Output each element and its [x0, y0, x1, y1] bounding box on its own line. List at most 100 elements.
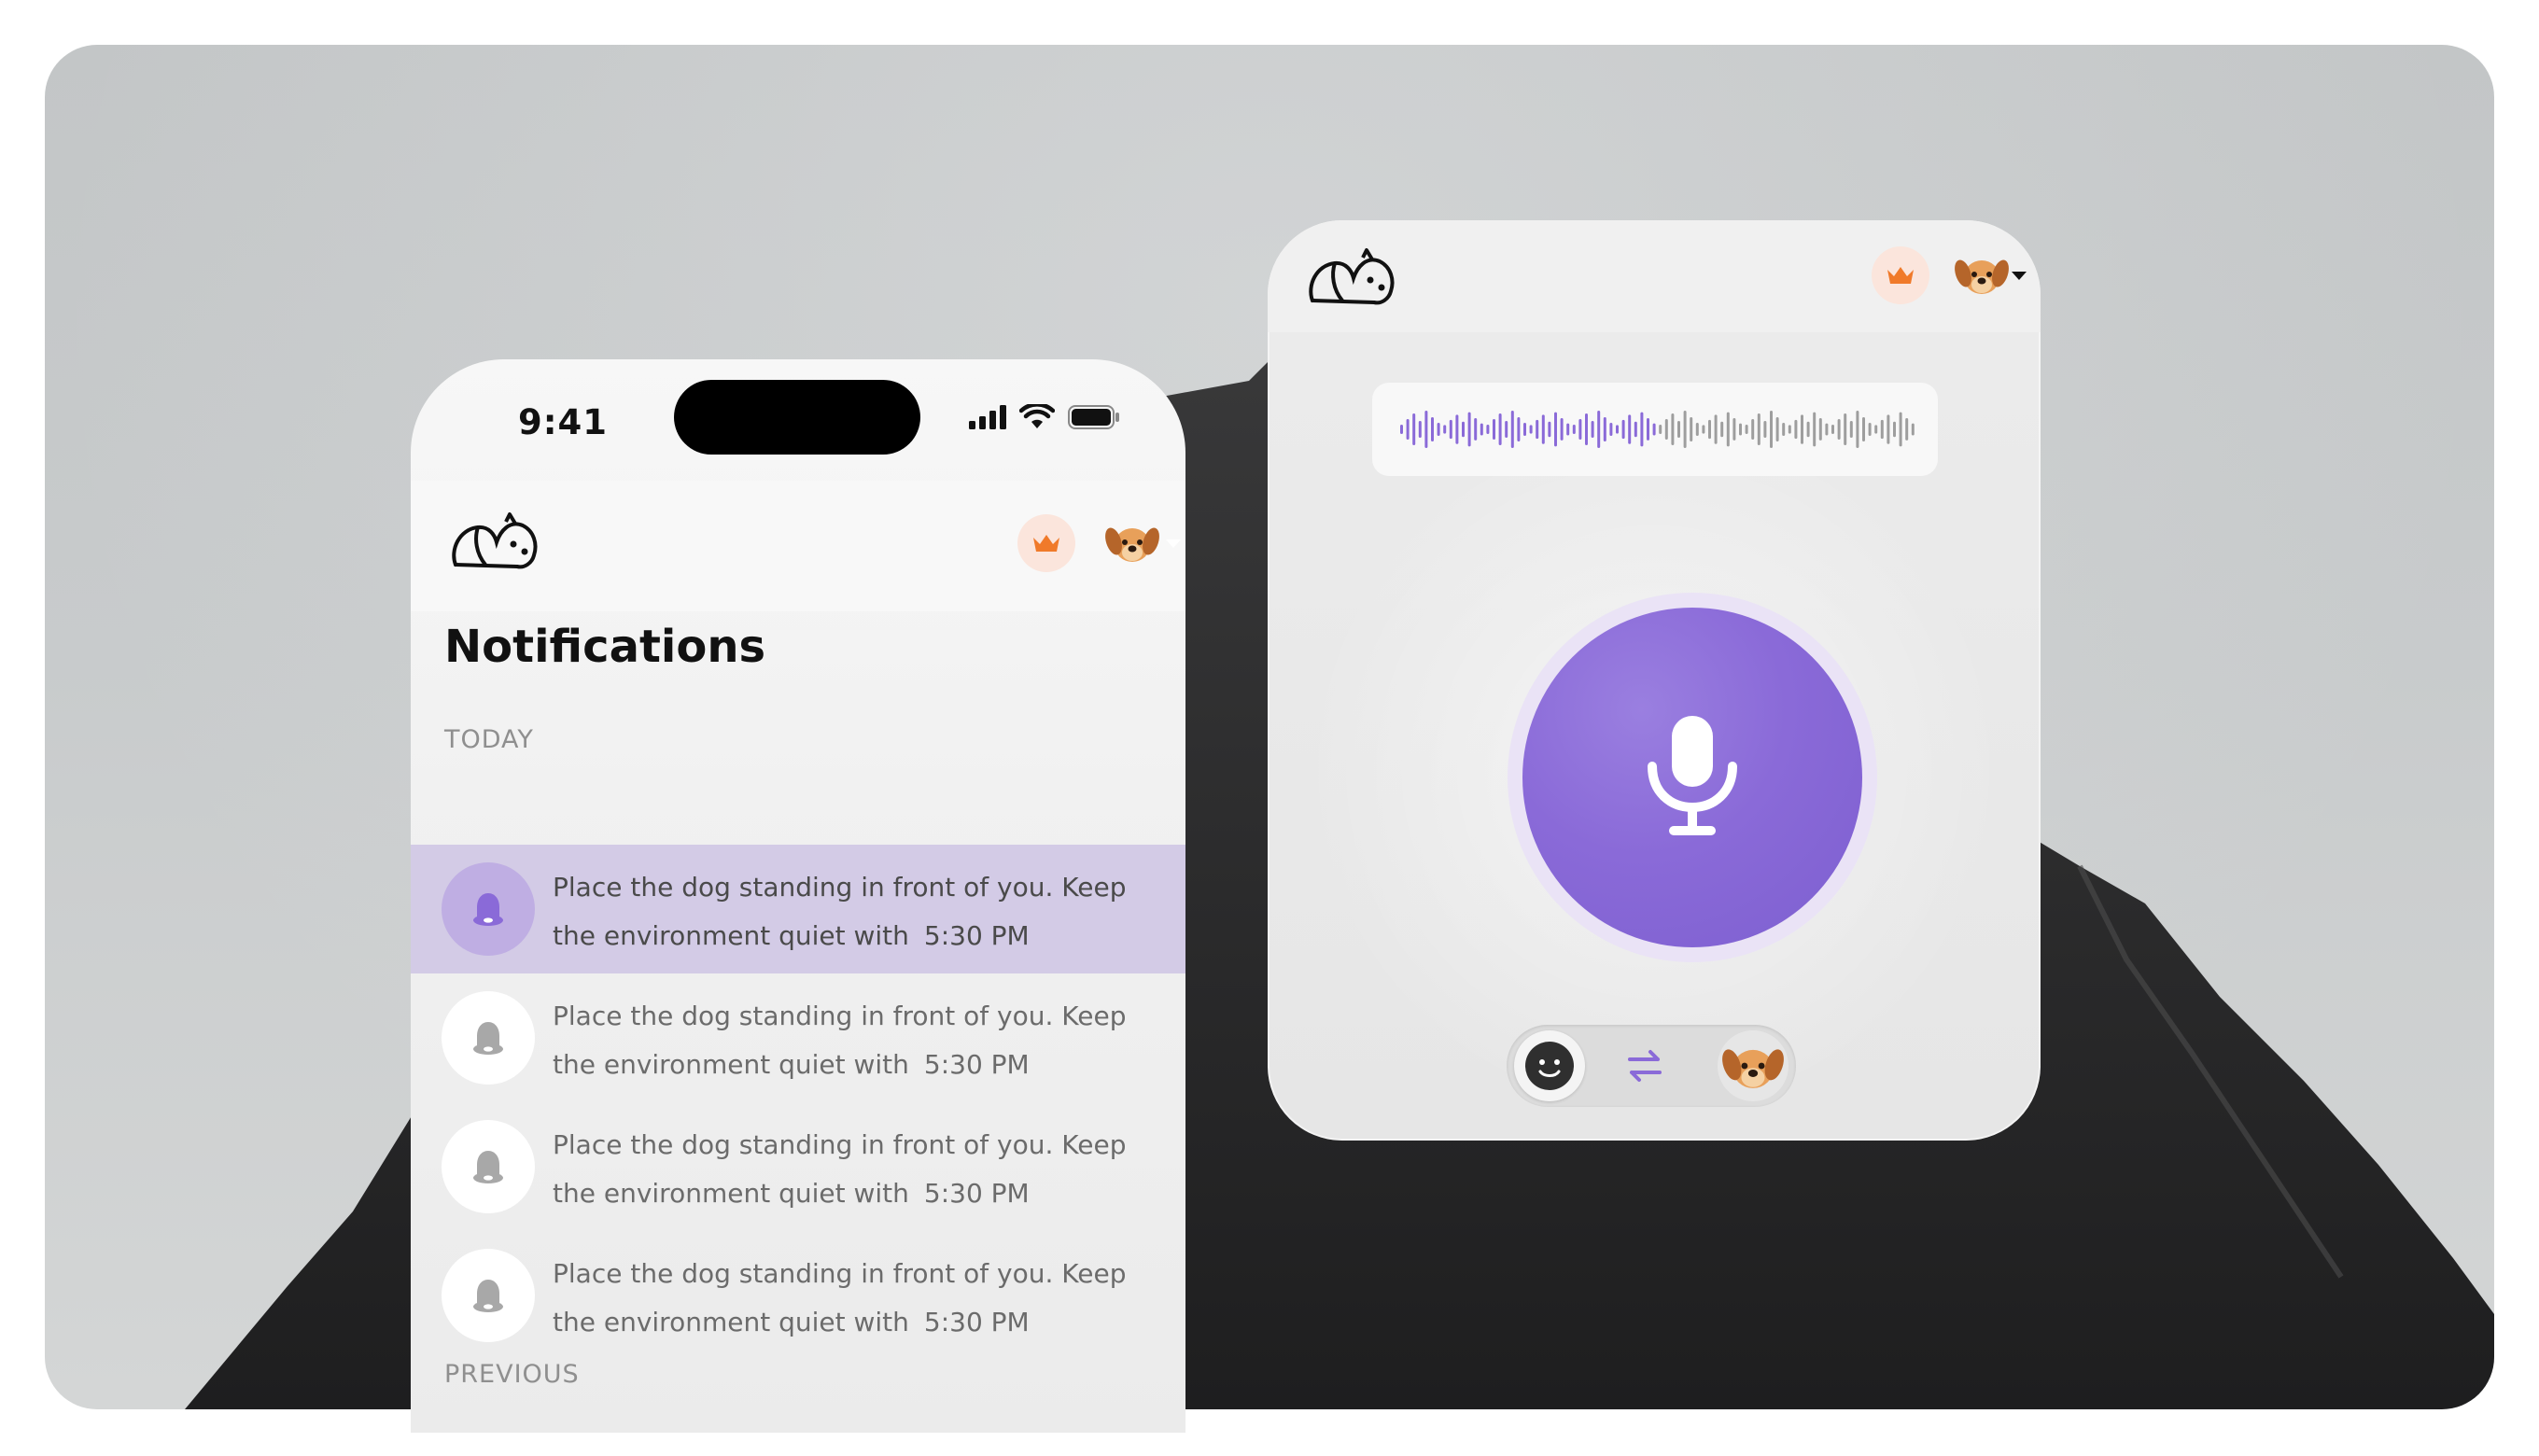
waveform-bar [1831, 425, 1834, 434]
waveform-bar [1874, 425, 1878, 434]
waveform-bar [1616, 425, 1619, 434]
waveform-bar [1714, 414, 1718, 444]
waveform-bar [1763, 421, 1767, 438]
waveform-bar [1794, 419, 1798, 440]
waveform-bar [1880, 419, 1884, 440]
notification-text: Place the dog standing in front of you. … [553, 863, 1159, 960]
notification-time: 5:30 PM [923, 920, 1030, 951]
waveform-bar [1726, 412, 1730, 447]
bell-icon [473, 893, 503, 926]
waveform-bar [1443, 425, 1447, 434]
bell-badge [442, 1249, 535, 1342]
waveform-bar [1498, 413, 1502, 445]
waveform-bar [1751, 419, 1755, 440]
cat-dog-logo-icon[interactable] [1305, 246, 1398, 312]
notification-time: 5:30 PM [923, 1049, 1030, 1080]
waveform-bar [1862, 417, 1865, 441]
waveform-bar [1720, 421, 1724, 438]
audio-waveform[interactable] [1372, 383, 1938, 476]
waveform-bar [1591, 421, 1594, 438]
waveform-bar [1510, 411, 1514, 448]
waveform-bar [1652, 423, 1656, 436]
notification-message: Place the dog standing in front of you. … [553, 1001, 1127, 1080]
waveform-bar [1628, 414, 1632, 444]
premium-crown-button[interactable] [1872, 246, 1929, 304]
battery-icon [1068, 405, 1119, 429]
bell-icon [473, 1280, 503, 1312]
waveform-bar [1856, 411, 1859, 448]
cellular-signal-icon [969, 405, 1006, 429]
waveform-bar [1462, 421, 1465, 438]
section-label-today: TODAY [444, 725, 534, 754]
toggle-dog-option[interactable] [1718, 1030, 1789, 1101]
waveform-bar [1505, 421, 1508, 438]
section-label-previous: PREVIOUS [444, 1360, 580, 1389]
notification-time: 5:30 PM [923, 1178, 1030, 1209]
waveform-bar [1788, 425, 1791, 434]
waveform-bar [1418, 421, 1422, 438]
waveform-bar [1905, 418, 1909, 441]
waveform-bar [1585, 413, 1588, 445]
mic-button-ring [1508, 593, 1877, 962]
waveform-bar [1560, 418, 1564, 441]
waveform-bar [1801, 414, 1803, 444]
waveform-bar [1647, 418, 1649, 441]
notification-message: Place the dog standing in front of you. … [553, 1258, 1127, 1337]
waveform-bar [1893, 421, 1896, 438]
waveform-bar [1757, 413, 1760, 445]
notification-message: Place the dog standing in front of you. … [553, 872, 1127, 951]
waveform-bar [1548, 421, 1551, 438]
waveform-bar [1449, 419, 1452, 440]
crown-icon [1887, 267, 1914, 284]
voice-translate-card [1268, 220, 2041, 1141]
toggle-human-option[interactable] [1514, 1030, 1585, 1101]
waveform-bar [1664, 419, 1668, 440]
premium-crown-button[interactable] [1017, 514, 1075, 572]
bell-badge [442, 991, 535, 1085]
notification-item[interactable]: Place the dog standing in front of you. … [411, 973, 1185, 1102]
waveform-bar [1849, 421, 1853, 438]
chevron-down-icon[interactable] [2011, 271, 2027, 282]
dog-face-icon [1722, 1049, 1784, 1088]
waveform-bar [1837, 419, 1841, 440]
waveform-bar [1536, 419, 1539, 440]
waveform-bar [1424, 411, 1428, 448]
dog-avatar-button[interactable] [1954, 246, 2010, 302]
waveform-bar [1455, 414, 1459, 444]
waveform-bar [1566, 423, 1570, 436]
chevron-down-icon[interactable] [1165, 539, 1182, 550]
dog-face-icon [1105, 527, 1159, 562]
waveform-bars [1400, 411, 1915, 448]
record-mic-button[interactable] [1522, 608, 1862, 947]
notification-item[interactable]: Place the dog standing in front of you. … [411, 845, 1185, 973]
notification-list: Place the dog standing in front of you. … [411, 845, 1185, 1360]
waveform-bar [1517, 417, 1521, 441]
waveform-bar [1695, 423, 1699, 436]
waveform-bar [1634, 421, 1637, 438]
dog-avatar-button[interactable] [1104, 514, 1160, 570]
waveform-bar [1887, 414, 1890, 444]
waveform-bar [1437, 423, 1440, 436]
waveform-bar [1523, 423, 1526, 436]
waveform-bar [1671, 413, 1675, 445]
crown-icon [1033, 535, 1059, 552]
human-dog-toggle[interactable] [1507, 1025, 1796, 1107]
notification-text: Place the dog standing in front of you. … [553, 1121, 1159, 1218]
notification-item[interactable]: Place the dog standing in front of you. … [411, 1231, 1185, 1360]
waveform-bar [1844, 413, 1847, 445]
swap-arrows-icon[interactable] [1626, 1047, 1663, 1085]
cat-dog-logo-icon[interactable] [448, 511, 541, 576]
waveform-bar [1640, 412, 1644, 447]
bell-icon [473, 1151, 503, 1183]
waveform-bar [1621, 419, 1625, 440]
waveform-bar [1899, 412, 1902, 447]
status-icons [969, 404, 1120, 430]
wifi-icon [1019, 404, 1055, 428]
notification-text: Place the dog standing in front of you. … [553, 1250, 1159, 1347]
waveform-bar [1554, 412, 1557, 447]
waveform-bar [1677, 421, 1680, 438]
notification-item[interactable]: Place the dog standing in front of you. … [411, 1102, 1185, 1231]
bell-icon [473, 1022, 503, 1055]
bell-badge [442, 862, 535, 956]
bell-badge [442, 1120, 535, 1213]
